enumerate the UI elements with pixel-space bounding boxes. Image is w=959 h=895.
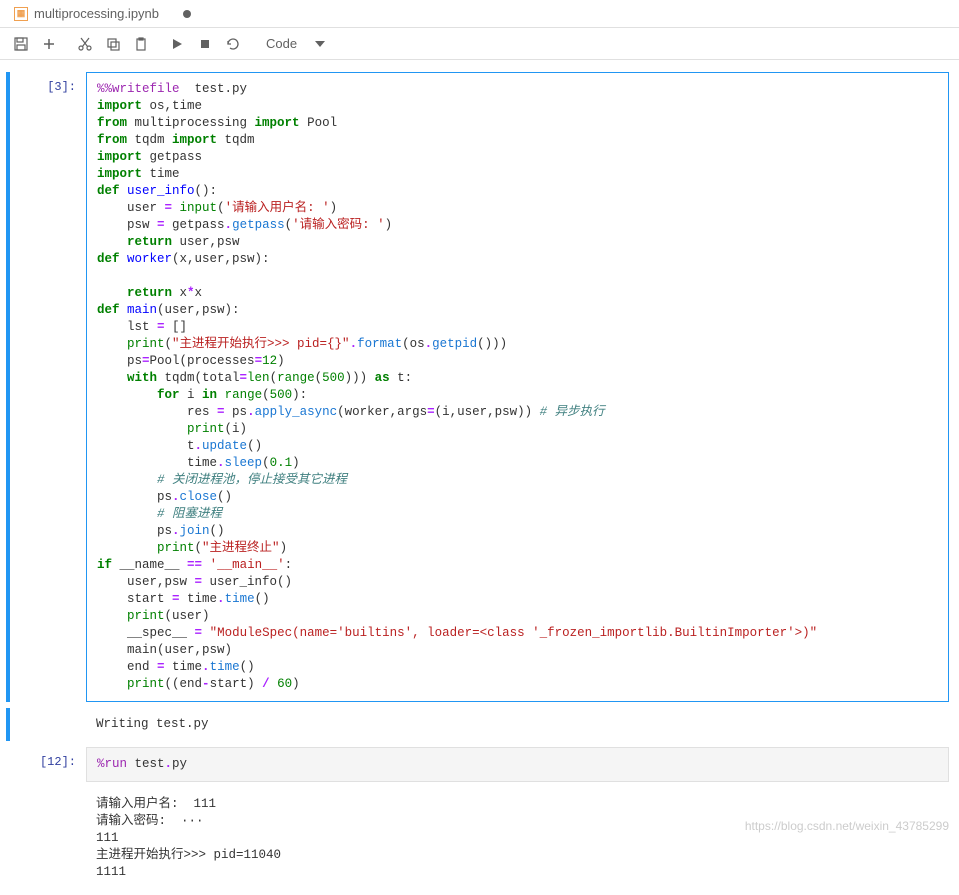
cell-gutter xyxy=(0,747,16,782)
cut-button[interactable] xyxy=(72,31,98,57)
code-editor[interactable]: %%writefile test.py import os,time from … xyxy=(86,72,949,702)
cell-prompt xyxy=(16,708,86,741)
cell-output-text: Writing test.py xyxy=(86,708,949,741)
cell-gutter xyxy=(6,72,10,702)
code-editor[interactable]: %run test.py xyxy=(86,747,949,782)
output-cell: Writing test.py xyxy=(0,708,959,741)
stop-button[interactable] xyxy=(192,31,218,57)
cell-type-value: Code xyxy=(266,36,297,51)
restart-button[interactable] xyxy=(220,31,246,57)
cell-type-dropdown[interactable]: Code xyxy=(256,34,335,53)
code-cell[interactable]: [12]: %run test.py xyxy=(0,747,959,782)
tab-bar: ▦ multiprocessing.ipynb xyxy=(0,0,959,28)
watermark-text: https://blog.csdn.net/weixin_43785299 xyxy=(745,819,949,833)
chevron-down-icon xyxy=(315,41,325,47)
paste-button[interactable] xyxy=(128,31,154,57)
copy-button[interactable] xyxy=(100,31,126,57)
save-button[interactable] xyxy=(8,31,34,57)
notebook-body: [3]: %%writefile test.py import os,time … xyxy=(0,60,959,889)
cell-prompt: [12]: xyxy=(16,747,86,782)
tab-filename: multiprocessing.ipynb xyxy=(34,6,159,21)
notebook-icon: ▦ xyxy=(14,7,28,21)
file-tab[interactable]: ▦ multiprocessing.ipynb xyxy=(4,2,201,25)
run-button[interactable] xyxy=(164,31,190,57)
cell-gutter xyxy=(6,708,10,741)
unsaved-dot-icon xyxy=(183,10,191,18)
cell-prompt: [3]: xyxy=(16,72,86,702)
insert-cell-button[interactable] xyxy=(36,31,62,57)
notebook-toolbar: Code xyxy=(0,28,959,60)
code-cell[interactable]: [3]: %%writefile test.py import os,time … xyxy=(0,72,959,702)
